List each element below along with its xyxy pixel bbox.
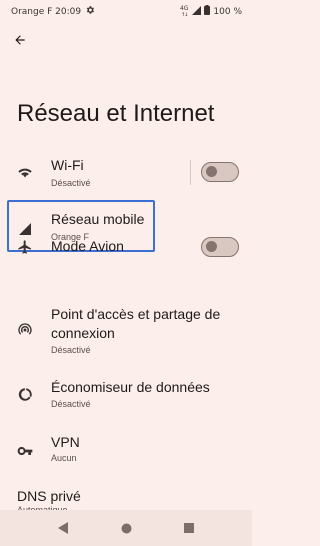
- wifi-divider: [190, 160, 191, 185]
- airplane-mode-toggle[interactable]: [201, 237, 239, 257]
- arrow-left-icon: [15, 35, 25, 45]
- status-bar: Orange F 20:09 4G ↑↓ 100 %: [0, 0, 252, 20]
- network-type: 4G ↑↓: [179, 4, 189, 18]
- circle-home-icon: [121, 523, 131, 533]
- page-title: Réseau et Internet: [17, 100, 215, 127]
- vpn-title: VPN: [51, 434, 80, 450]
- hotspot-title-line2: connexion: [51, 325, 115, 341]
- wifi-icon: [16, 163, 34, 181]
- nav-back-button[interactable]: [55, 520, 71, 536]
- hotspot-title-line1: Point d'accès et partage de: [51, 306, 221, 322]
- settings-screen: Orange F 20:09 4G ↑↓ 100 % Réseau et Int…: [0, 0, 252, 546]
- carrier-time: Orange F 20:09: [11, 6, 82, 17]
- battery-icon: [204, 5, 211, 18]
- data-saver-title: Économiseur de données: [51, 379, 210, 395]
- status-right: 4G ↑↓ 100 %: [180, 5, 242, 18]
- wifi-subtitle: Désactivé: [51, 178, 91, 188]
- square-recents-icon: [184, 523, 194, 533]
- back-button[interactable]: [9, 29, 31, 51]
- data-saver-row[interactable]: Économiseur de données Désactivé: [0, 376, 252, 412]
- airplane-mode-title: Mode Avion: [51, 238, 124, 254]
- vpn-key-icon: [16, 442, 34, 460]
- battery-percent: 100 %: [213, 6, 242, 17]
- data-saver-icon: [16, 385, 34, 403]
- hotspot-subtitle: Désactivé: [51, 345, 91, 355]
- data-arrows-icon: ↑↓: [180, 11, 188, 18]
- vpn-row[interactable]: VPN Aucun: [0, 432, 252, 468]
- nav-recents-button[interactable]: [181, 520, 197, 536]
- data-saver-subtitle: Désactivé: [51, 399, 91, 409]
- vpn-subtitle: Aucun: [51, 453, 77, 463]
- wifi-title: Wi-Fi: [51, 157, 84, 173]
- triangle-back-icon: [58, 522, 68, 534]
- airplane-icon: [16, 238, 34, 256]
- navigation-bar: [0, 510, 252, 546]
- wifi-toggle[interactable]: [201, 162, 239, 182]
- private-dns-title[interactable]: DNS privé: [17, 488, 81, 504]
- hotspot-row[interactable]: Point d'accès et partage de connexion Dé…: [0, 304, 252, 358]
- hotspot-icon: [16, 321, 34, 339]
- nav-home-button[interactable]: [118, 520, 134, 536]
- mobile-network-title: Réseau mobile: [51, 211, 145, 227]
- wifi-toggle-knob: [206, 166, 217, 177]
- status-left: Orange F 20:09: [11, 5, 95, 18]
- airplane-toggle-knob: [206, 241, 217, 252]
- signal-icon: [192, 5, 202, 18]
- gear-icon: [85, 5, 95, 18]
